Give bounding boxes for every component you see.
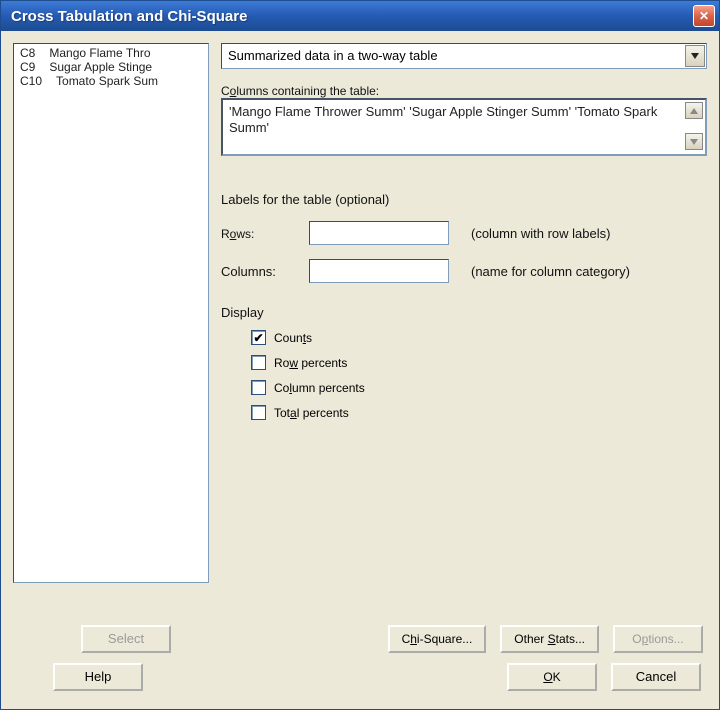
list-col-id: C8 <box>20 46 35 60</box>
columns-input-wrap: 'Mango Flame Thrower Summ' 'Sugar Apple … <box>221 98 707 156</box>
list-col-id: C10 <box>20 74 42 88</box>
list-item[interactable]: C10 Tomato Spark Sum <box>16 74 206 88</box>
chevron-down-icon[interactable] <box>685 133 703 150</box>
row-percents-checkbox-row[interactable]: Row percents <box>251 355 707 370</box>
counts-label: Counts <box>274 331 312 345</box>
checkbox-icon[interactable] <box>251 355 266 370</box>
list-col-name: Mango Flame Thro <box>49 46 150 60</box>
right-panel: Summarized data in a two-way table Colum… <box>221 43 707 615</box>
chevron-up-icon[interactable] <box>685 102 703 119</box>
variable-listbox[interactable]: C8 Mango Flame Thro C9 Sugar Apple Sting… <box>13 43 209 583</box>
window-title: Cross Tabulation and Chi-Square <box>11 8 247 25</box>
dialog-body: C8 Mango Flame Thro C9 Sugar Apple Sting… <box>1 31 719 709</box>
labels-section: Labels for the table (optional) Rows: (c… <box>221 192 707 283</box>
column-percents-checkbox-row[interactable]: Column percents <box>251 380 707 395</box>
chi-square-button[interactable]: Chi-Square... <box>388 625 487 653</box>
list-item[interactable]: C8 Mango Flame Thro <box>16 46 206 60</box>
select-button: Select <box>81 625 171 653</box>
list-col-id: C9 <box>20 60 35 74</box>
combo-value: Summarized data in a two-way table <box>221 43 707 69</box>
data-mode-combo[interactable]: Summarized data in a two-way table <box>221 43 707 69</box>
columns-field-label: Columns: <box>221 264 301 279</box>
columns-label-row: Columns: (name for column category) <box>221 259 707 283</box>
dialog-window: Cross Tabulation and Chi-Square ✕ C8 Man… <box>0 0 720 710</box>
ok-button[interactable]: OK <box>507 663 597 691</box>
checkbox-icon[interactable] <box>251 380 266 395</box>
list-col-name: Sugar Apple Stinge <box>49 60 152 74</box>
columns-spinner <box>685 102 703 150</box>
checkbox-icon[interactable] <box>251 405 266 420</box>
display-header: Display <box>221 305 707 320</box>
close-icon[interactable]: ✕ <box>693 5 715 27</box>
checkmark-icon: ✔ <box>253 332 263 344</box>
cancel-button[interactable]: Cancel <box>611 663 701 691</box>
columns-section: Columns containing the table: 'Mango Fla… <box>221 83 707 156</box>
columns-table-input[interactable]: 'Mango Flame Thrower Summ' 'Sugar Apple … <box>221 98 707 156</box>
options-button: Options... <box>613 625 703 653</box>
rows-hint: (column with row labels) <box>471 226 610 241</box>
help-button[interactable]: Help <box>53 663 143 691</box>
top-area: C8 Mango Flame Thro C9 Sugar Apple Sting… <box>13 43 707 615</box>
other-stats-button[interactable]: Other Stats... <box>500 625 599 653</box>
middle-buttons-row: Select Chi-Square... Other Stats... Opti… <box>13 625 707 653</box>
display-section: Display ✔ Counts Row percents Column per… <box>221 305 707 420</box>
labels-optional-header: Labels for the table (optional) <box>221 192 707 207</box>
rows-field-label: Rows: <box>221 226 301 241</box>
chevron-down-icon[interactable] <box>685 45 705 67</box>
columns-containing-label: Columns containing the table: <box>221 83 707 98</box>
rows-label-row: Rows: (column with row labels) <box>221 221 707 245</box>
counts-checkbox-row[interactable]: ✔ Counts <box>251 330 707 345</box>
columns-input[interactable] <box>309 259 449 283</box>
rows-input[interactable] <box>309 221 449 245</box>
total-percents-checkbox-row[interactable]: Total percents <box>251 405 707 420</box>
columns-hint: (name for column category) <box>471 264 630 279</box>
bottom-buttons-row: Help OK Cancel <box>13 663 707 697</box>
total-percents-label: Total percents <box>274 406 349 420</box>
checkbox-icon[interactable]: ✔ <box>251 330 266 345</box>
list-item[interactable]: C9 Sugar Apple Stinge <box>16 60 206 74</box>
list-col-name: Tomato Spark Sum <box>56 74 158 88</box>
column-percents-label: Column percents <box>274 381 365 395</box>
row-percents-label: Row percents <box>274 356 347 370</box>
titlebar[interactable]: Cross Tabulation and Chi-Square ✕ <box>1 1 719 31</box>
